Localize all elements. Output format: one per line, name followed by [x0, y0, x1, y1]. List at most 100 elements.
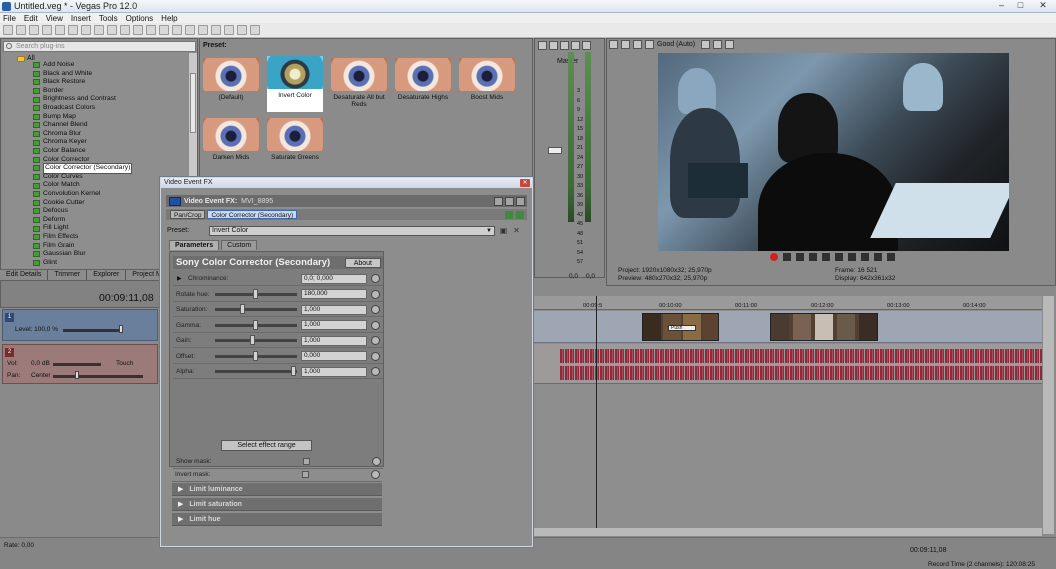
param-slider-knob[interactable]: [240, 304, 245, 314]
plugin-item[interactable]: Color Curves: [33, 173, 83, 182]
dialog-preset-select[interactable]: Invert Color ▼: [209, 225, 495, 236]
copy-snapshot-icon[interactable]: [713, 40, 723, 49]
split-screen-icon[interactable]: [645, 40, 654, 49]
snapping-icon[interactable]: [198, 25, 208, 35]
menu-tools[interactable]: Tools: [99, 14, 118, 23]
param-slider[interactable]: [215, 350, 297, 361]
plugin-item[interactable]: Chroma Keyer: [33, 138, 87, 147]
zoom-tool-icon[interactable]: [185, 25, 195, 35]
audio-pan-knob[interactable]: [75, 371, 79, 379]
lock-envelopes-icon[interactable]: [224, 25, 234, 35]
timeline-timecode[interactable]: 00:09:11,08: [99, 292, 154, 304]
tab-custom[interactable]: Custom: [221, 240, 258, 250]
menu-edit[interactable]: Edit: [24, 14, 38, 23]
ignore-grouping-icon[interactable]: [237, 25, 247, 35]
audio-pan-slider[interactable]: [53, 375, 143, 378]
new-project-icon[interactable]: [3, 25, 13, 35]
param-slider-knob[interactable]: [291, 366, 296, 376]
copy-icon[interactable]: [81, 25, 91, 35]
param-slider-knob[interactable]: [253, 350, 258, 361]
plugin-item[interactable]: Film Effects: [33, 233, 78, 242]
plugin-item[interactable]: Color Match: [33, 181, 80, 190]
expand-triangle-icon[interactable]: ▶: [173, 275, 185, 282]
plugin-chain-icon[interactable]: [516, 196, 525, 206]
plugin-item[interactable]: Broadcast Colors: [33, 104, 95, 113]
save-icon[interactable]: [29, 25, 39, 35]
select-effect-range-button[interactable]: Select effect range: [221, 440, 312, 451]
param-value[interactable]: 180,000: [301, 289, 367, 299]
param-slider[interactable]: [215, 366, 297, 376]
tab-edit-details[interactable]: Edit Details: [0, 270, 49, 280]
invert-mask-checkbox[interactable]: [302, 471, 309, 478]
plugin-item[interactable]: Border: [33, 87, 63, 96]
preset-thumbnail[interactable]: Boost Mids: [459, 58, 515, 110]
tab-explorer[interactable]: Explorer: [87, 270, 127, 280]
mixer-solo-icon[interactable]: [571, 41, 580, 50]
section-limit-luminance[interactable]: ▶ Limit luminance: [172, 483, 382, 496]
timeline-vertical-scrollbar[interactable]: [1043, 296, 1054, 534]
external-monitor-icon[interactable]: [621, 40, 630, 49]
audio-volume-slider[interactable]: [53, 363, 101, 366]
video-level-slider[interactable]: [63, 329, 123, 332]
plugin-item[interactable]: Film Grain: [33, 242, 74, 251]
auto-ripple-icon[interactable]: [211, 25, 221, 35]
param-value[interactable]: 1,000: [301, 335, 367, 346]
plugin-item[interactable]: Black and White: [33, 70, 92, 79]
what-is-this-help-icon[interactable]: [250, 25, 260, 35]
plugin-item[interactable]: Glint: [33, 259, 57, 268]
param-slider[interactable]: [215, 304, 297, 314]
param-value[interactable]: 1,000: [301, 304, 367, 315]
properties-icon[interactable]: [55, 25, 65, 35]
plugin-item[interactable]: Brightness and Contrast: [33, 95, 116, 104]
chain-item-pan-crop[interactable]: Pan/Crop: [170, 210, 206, 219]
param-value[interactable]: 0,000: [301, 351, 367, 361]
overlays-icon[interactable]: [701, 40, 711, 49]
reset-icon[interactable]: [371, 305, 380, 314]
menu-insert[interactable]: Insert: [71, 14, 91, 23]
plugin-item[interactable]: Chroma Blur: [33, 130, 81, 139]
next-frame-icon[interactable]: [887, 253, 895, 261]
bypass-fx-icon[interactable]: [494, 196, 503, 206]
previous-frame-icon[interactable]: [874, 253, 882, 261]
video-clip-2[interactable]: [770, 313, 878, 341]
minimize-button[interactable]: –: [992, 0, 1011, 12]
normal-edit-tool-icon[interactable]: [146, 25, 156, 35]
param-slider[interactable]: [215, 335, 297, 345]
mixer-mute-icon[interactable]: [560, 41, 569, 50]
plugin-item[interactable]: Color Balance: [33, 147, 86, 156]
menu-help[interactable]: Help: [161, 14, 177, 23]
reset-icon[interactable]: [371, 336, 380, 345]
param-value-chrominance[interactable]: 0,0; 0,000: [301, 273, 367, 284]
plugin-item[interactable]: Color Corrector (Secondary): [33, 163, 133, 174]
preview-fx-icon[interactable]: [633, 40, 642, 49]
master-fader[interactable]: [548, 147, 562, 154]
save-preset-icon[interactable]: ▣: [499, 226, 508, 235]
reset-icon[interactable]: [372, 457, 381, 466]
undo-icon[interactable]: [120, 25, 130, 35]
dialog-close-button[interactable]: ✕: [520, 179, 530, 187]
param-slider-knob[interactable]: [250, 335, 255, 345]
audio-track-header[interactable]: 2 Vol: 0,0 dB Touch Pan: Center: [2, 344, 158, 384]
preset-thumbnail[interactable]: (Default): [203, 58, 259, 110]
timeline-horizontal-scrollbar[interactable]: [533, 528, 1042, 536]
play-from-start-icon[interactable]: [796, 253, 804, 261]
automation-mode[interactable]: Touch: [116, 360, 133, 367]
go-to-end-icon[interactable]: [861, 253, 869, 261]
param-slider-knob[interactable]: [253, 288, 258, 299]
plugin-item[interactable]: Defocus: [33, 207, 68, 216]
preset-thumbnail[interactable]: Saturate Greens: [267, 118, 323, 170]
pause-icon[interactable]: [822, 253, 830, 261]
mixer-fx-icon[interactable]: [549, 41, 558, 50]
plugin-item[interactable]: Black Restore: [33, 78, 85, 87]
transition-push-label[interactable]: Push: [668, 325, 696, 331]
add-fx-icon[interactable]: [505, 210, 513, 219]
menu-view[interactable]: View: [46, 14, 63, 23]
reset-icon[interactable]: [371, 320, 380, 330]
plugin-item[interactable]: Cookie Cutter: [33, 199, 85, 208]
save-snapshot-icon[interactable]: [725, 40, 735, 49]
reset-icon[interactable]: [371, 289, 380, 299]
plugin-search-input[interactable]: Search plug-ins: [3, 41, 196, 52]
remove-fx-icon[interactable]: [516, 210, 524, 219]
plugin-item[interactable]: Gaussian Blur: [33, 250, 86, 259]
param-value[interactable]: 1,000: [301, 366, 367, 377]
